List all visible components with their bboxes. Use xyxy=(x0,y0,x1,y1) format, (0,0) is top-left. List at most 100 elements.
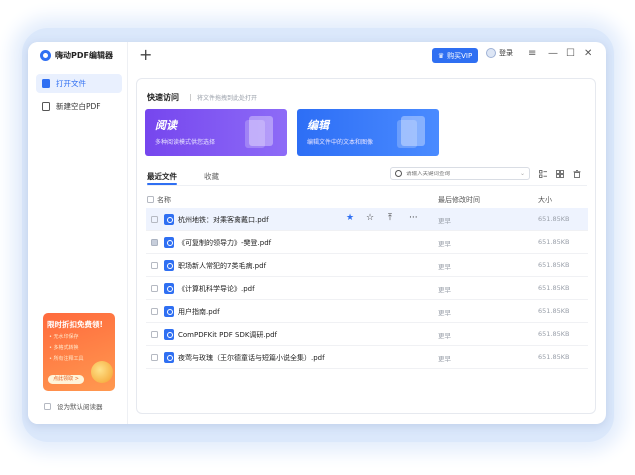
tab-favorites[interactable]: 收藏 xyxy=(204,171,219,182)
app-name: 嗨动PDF编辑器 xyxy=(55,51,113,60)
login-button[interactable]: 登录 xyxy=(486,48,513,58)
coin-icon xyxy=(91,361,113,383)
read-card-title: 阅读 xyxy=(155,119,177,132)
search-input[interactable] xyxy=(406,170,506,177)
pdf-file-icon xyxy=(164,237,174,248)
quick-access-hint: 将文件拖拽到此处打开 xyxy=(197,95,258,102)
file-name: 《可复制的领导力》-樊登.pdf xyxy=(178,239,272,247)
table-row[interactable]: 职场新人常犯的7类毛病.pdf 更早 651.85KB xyxy=(146,254,588,277)
new-tab-button[interactable]: + xyxy=(139,45,152,64)
list-view-icon[interactable] xyxy=(539,170,547,178)
file-modified: 更早 xyxy=(438,217,451,225)
file-name: ComPDFKit PDF SDK调研.pdf xyxy=(178,331,277,339)
default-reader-label: 设为默认阅读器 xyxy=(57,403,103,411)
column-header-name[interactable]: 名称 xyxy=(157,195,171,205)
promo-line: • 所有注释工具 xyxy=(49,356,84,362)
sidebar-item-open-file[interactable]: 打开文件 xyxy=(36,74,122,93)
edit-card-title: 编辑 xyxy=(307,119,329,132)
file-name: 杭州地铁：对乘客禽戴口.pdf xyxy=(178,216,269,224)
table-row[interactable]: 《可复制的领导力》-樊登.pdf 更早 651.85KB xyxy=(146,231,588,254)
default-reader-toggle[interactable]: 设为默认阅读器 xyxy=(44,401,103,411)
crown-icon: ♛ xyxy=(437,51,445,60)
image-file-icon xyxy=(42,102,50,111)
file-modified: 更早 xyxy=(438,355,451,363)
star-outline-icon[interactable]: ☆ xyxy=(366,212,374,224)
read-card-subtitle: 多种阅读模式供您选择 xyxy=(155,139,216,146)
file-size: 651.85KB xyxy=(538,215,570,223)
row-checkbox[interactable] xyxy=(151,354,158,361)
star-filled-icon[interactable]: ★ xyxy=(346,212,354,224)
row-checkbox[interactable] xyxy=(151,285,158,292)
file-size: 651.85KB xyxy=(538,330,570,338)
grid-view-icon[interactable] xyxy=(556,170,564,178)
file-size: 651.85KB xyxy=(538,353,570,361)
row-checkbox[interactable] xyxy=(151,308,158,315)
file-size: 651.85KB xyxy=(538,238,570,246)
buy-vip-label: 购买VIP xyxy=(447,51,473,60)
edit-card-subtitle: 编辑文件中的文本和图像 xyxy=(307,139,374,146)
file-modified: 更早 xyxy=(438,263,451,271)
promo-banner[interactable]: 限时折扣免费领! • 无水印保存 • 多格式转换 • 所有注释工具 点此领取 > xyxy=(43,313,115,391)
promo-title: 限时折扣免费领! xyxy=(47,320,103,329)
edit-card[interactable]: 编辑 编辑文件中的文本和图像 xyxy=(297,109,439,156)
quick-access-title: 快速访问 xyxy=(147,93,179,102)
sidebar: 嗨动PDF编辑器 打开文件 新建空白PDF 限时折扣免费领! • 无水印保存 •… xyxy=(28,42,128,424)
minimize-icon[interactable]: — xyxy=(548,49,558,59)
table-row[interactable]: 杭州地铁：对乘客禽戴口.pdf ★ ☆ ⤒ ··· 更早 651.85KB xyxy=(146,208,588,231)
login-label: 登录 xyxy=(499,49,513,57)
file-name: 职场新人常犯的7类毛病.pdf xyxy=(178,262,267,270)
table-row[interactable]: 《计算机科学导论》.pdf 更早 651.85KB xyxy=(146,277,588,300)
main-panel: 快速访问 将文件拖拽到此处打开 阅读 多种阅读模式供您选择 编辑 编辑文件中的文… xyxy=(136,78,596,414)
pdf-file-icon xyxy=(164,260,174,271)
row-checkbox[interactable] xyxy=(151,331,158,338)
app-logo: 嗨动PDF编辑器 xyxy=(40,50,113,61)
sidebar-item-label: 新建空白PDF xyxy=(56,102,101,111)
title-bar: + ♛ 购买VIP 登录 ≡ — ☐ ✕ xyxy=(128,42,606,70)
default-reader-checkbox[interactable] xyxy=(44,402,51,410)
row-checkbox[interactable] xyxy=(151,262,158,269)
sidebar-item-new-blank-pdf[interactable]: 新建空白PDF xyxy=(36,97,122,116)
pdf-file-icon xyxy=(164,283,174,294)
file-name: 用户指南.pdf xyxy=(178,308,220,316)
close-icon[interactable]: ✕ xyxy=(584,49,592,59)
table-row[interactable]: 用户指南.pdf 更早 651.85KB xyxy=(146,300,588,323)
file-name: 夜莺与玫瑰（王尔德童话与短篇小说全集）.pdf xyxy=(178,354,325,362)
row-checkbox[interactable] xyxy=(151,216,158,223)
file-modified: 更早 xyxy=(438,309,451,317)
column-header-modified[interactable]: 最后修改时间 xyxy=(438,195,480,205)
pin-icon[interactable]: ⤒ xyxy=(388,212,392,224)
file-size: 651.85KB xyxy=(538,261,570,269)
file-size: 651.85KB xyxy=(538,307,570,315)
sidebar-item-label: 打开文件 xyxy=(56,79,86,88)
search-box[interactable]: ⌄ xyxy=(390,167,530,180)
file-modified: 更早 xyxy=(438,332,451,340)
read-card[interactable]: 阅读 多种阅读模式供您选择 xyxy=(145,109,287,156)
table-row[interactable]: ComPDFKit PDF SDK调研.pdf 更早 651.85KB xyxy=(146,323,588,346)
file-modified: 更早 xyxy=(438,286,451,294)
promo-line: • 多格式转换 xyxy=(49,345,79,351)
pdf-file-icon xyxy=(164,329,174,340)
file-name: 《计算机科学导论》.pdf xyxy=(178,285,255,293)
search-icon xyxy=(395,170,402,177)
avatar xyxy=(486,48,496,58)
pdf-file-icon xyxy=(164,214,174,225)
chevron-down-icon[interactable]: ⌄ xyxy=(520,170,525,177)
tab-recent-files[interactable]: 最近文件 xyxy=(147,171,177,182)
file-icon xyxy=(42,79,50,88)
file-modified: 更早 xyxy=(438,240,451,248)
menu-icon[interactable]: ≡ xyxy=(528,49,536,59)
promo-claim-button[interactable]: 点此领取 > xyxy=(48,375,84,384)
buy-vip-button[interactable]: ♛ 购买VIP xyxy=(432,48,478,63)
pdf-file-icon xyxy=(164,306,174,317)
document-icon xyxy=(401,116,425,146)
maximize-icon[interactable]: ☐ xyxy=(566,49,575,59)
app-window: 嗨动PDF编辑器 打开文件 新建空白PDF 限时折扣免费领! • 无水印保存 •… xyxy=(28,42,606,424)
column-header-size[interactable]: 大小 xyxy=(538,195,552,205)
select-all-checkbox[interactable] xyxy=(147,196,154,203)
row-checkbox[interactable] xyxy=(151,239,158,246)
promo-line: • 无水印保存 xyxy=(49,334,79,340)
more-icon[interactable]: ··· xyxy=(409,212,418,224)
divider xyxy=(147,185,587,186)
trash-icon[interactable] xyxy=(573,170,581,178)
table-row[interactable]: 夜莺与玫瑰（王尔德童话与短篇小说全集）.pdf 更早 651.85KB xyxy=(146,346,588,369)
